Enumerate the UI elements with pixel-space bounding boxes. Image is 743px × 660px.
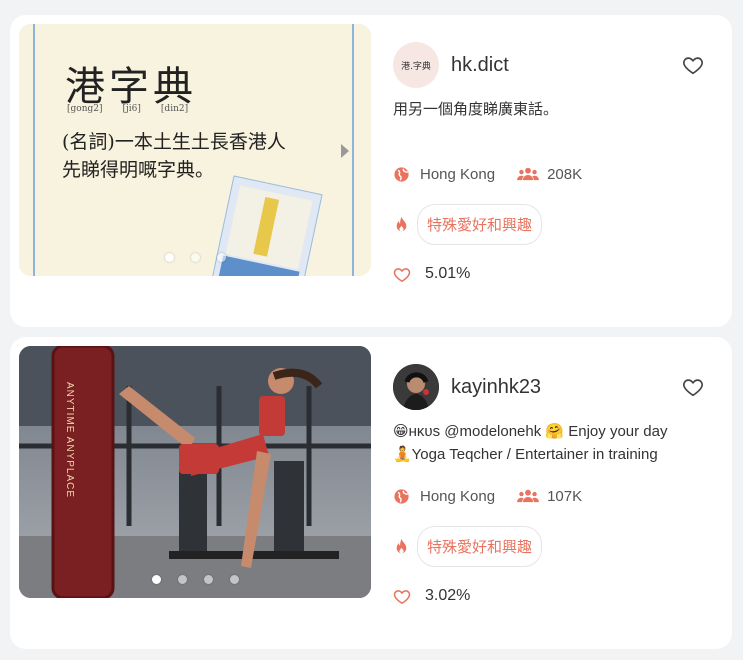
avatar-photo <box>393 364 439 410</box>
carousel-dot[interactable] <box>177 575 187 584</box>
profile-header: kayinhk23 <box>393 364 712 410</box>
image-caption-line-1: (名詞)一本土生土長香港人 <box>62 131 286 153</box>
bio-line: 😁ʜᴋᴜs @modelonehk 🤗 Enjoy your day <box>393 423 668 440</box>
influencer-card[interactable]: ANYTIME ANYPLACE kayinhk23 😁ʜᴋᴜs @modelo… <box>10 337 732 649</box>
influencer-card[interactable]: 港字典 [gong2] [ji6] [din2] (名詞)一本土生土長香港人 先… <box>10 15 732 327</box>
category-row: 特殊愛好和興趣 <box>393 526 543 567</box>
globe-icon <box>394 489 409 504</box>
avatar-logo-text: 港.字典 <box>401 61 431 72</box>
carousel-dot[interactable] <box>216 253 226 262</box>
pinyin-1: [gong2] <box>67 104 103 114</box>
followers-count: 208K <box>547 166 583 183</box>
favorite-heart-icon[interactable] <box>682 376 704 398</box>
profile-stats: Hong Kong 107K <box>393 488 582 505</box>
followers-count: 107K <box>547 488 583 505</box>
followers-icon <box>517 489 539 502</box>
image-caption: (名詞)一本土生土長香港人 先睇得明嘅字典。 <box>62 128 286 184</box>
bio-line: 🧘Yoga Teqcher / Entertainer in training <box>393 446 658 463</box>
carousel-dot[interactable] <box>203 575 213 584</box>
heart-outline-icon <box>393 267 411 282</box>
flame-icon <box>396 538 407 553</box>
location-text: Hong Kong <box>420 166 496 183</box>
engagement-row: 3.02% <box>393 587 470 605</box>
carousel-dot[interactable] <box>229 575 239 584</box>
profile-info: 港.字典 hk.dict 用另一個角度睇廣東話。 Hong Kong 208K … <box>393 42 712 282</box>
carousel-dot[interactable] <box>151 575 161 584</box>
engagement-rate: 3.02% <box>425 587 471 604</box>
heart-outline-icon <box>393 589 411 604</box>
engagement-rate: 5.01% <box>425 265 471 282</box>
engagement-row: 5.01% <box>393 265 470 283</box>
followers-icon <box>517 167 539 180</box>
bio-line: 用另一個角度睇廣東話。 <box>393 101 559 118</box>
category-tag[interactable]: 特殊愛好和興趣 <box>417 204 543 245</box>
pinyin-2: [ji6] <box>122 104 141 114</box>
image-caption-line-2: 先睇得明嘅字典。 <box>62 159 215 181</box>
avatar[interactable] <box>393 364 439 410</box>
avatar[interactable]: 港.字典 <box>393 42 439 88</box>
favorite-heart-icon[interactable] <box>682 54 704 76</box>
profile-info: kayinhk23 😁ʜᴋᴜs @modelonehk 🤗 Enjoy your… <box>393 364 712 604</box>
profile-handle[interactable]: hk.dict <box>451 54 509 77</box>
category-row: 特殊愛好和興趣 <box>393 204 543 245</box>
category-tag[interactable]: 特殊愛好和興趣 <box>417 526 543 567</box>
pinyin-3: [din2] <box>160 104 189 114</box>
flame-icon <box>396 216 407 231</box>
globe-icon <box>394 167 409 182</box>
carousel-dot[interactable] <box>190 253 200 262</box>
profile-handle[interactable]: kayinhk23 <box>451 376 541 399</box>
post-image-carousel[interactable]: 港字典 [gong2] [ji6] [din2] (名詞)一本土生土長香港人 先… <box>19 24 371 276</box>
carousel-dot[interactable] <box>164 253 174 262</box>
profile-bio: 用另一個角度睇廣東話。 <box>393 98 712 121</box>
profile-stats: Hong Kong 208K <box>393 166 582 183</box>
carousel-dots <box>19 575 371 584</box>
image-pinyin-row: [gong2] [ji6] [din2] <box>67 104 188 114</box>
profile-bio: 😁ʜᴋᴜs @modelonehk 🤗 Enjoy your day 🧘Yoga… <box>393 420 712 466</box>
carousel-dots <box>19 253 371 262</box>
punching-bag-text: ANYTIME ANYPLACE <box>64 382 75 499</box>
profile-header: 港.字典 hk.dict <box>393 42 712 88</box>
post-image-carousel[interactable]: ANYTIME ANYPLACE <box>19 346 371 598</box>
location-text: Hong Kong <box>420 488 496 505</box>
